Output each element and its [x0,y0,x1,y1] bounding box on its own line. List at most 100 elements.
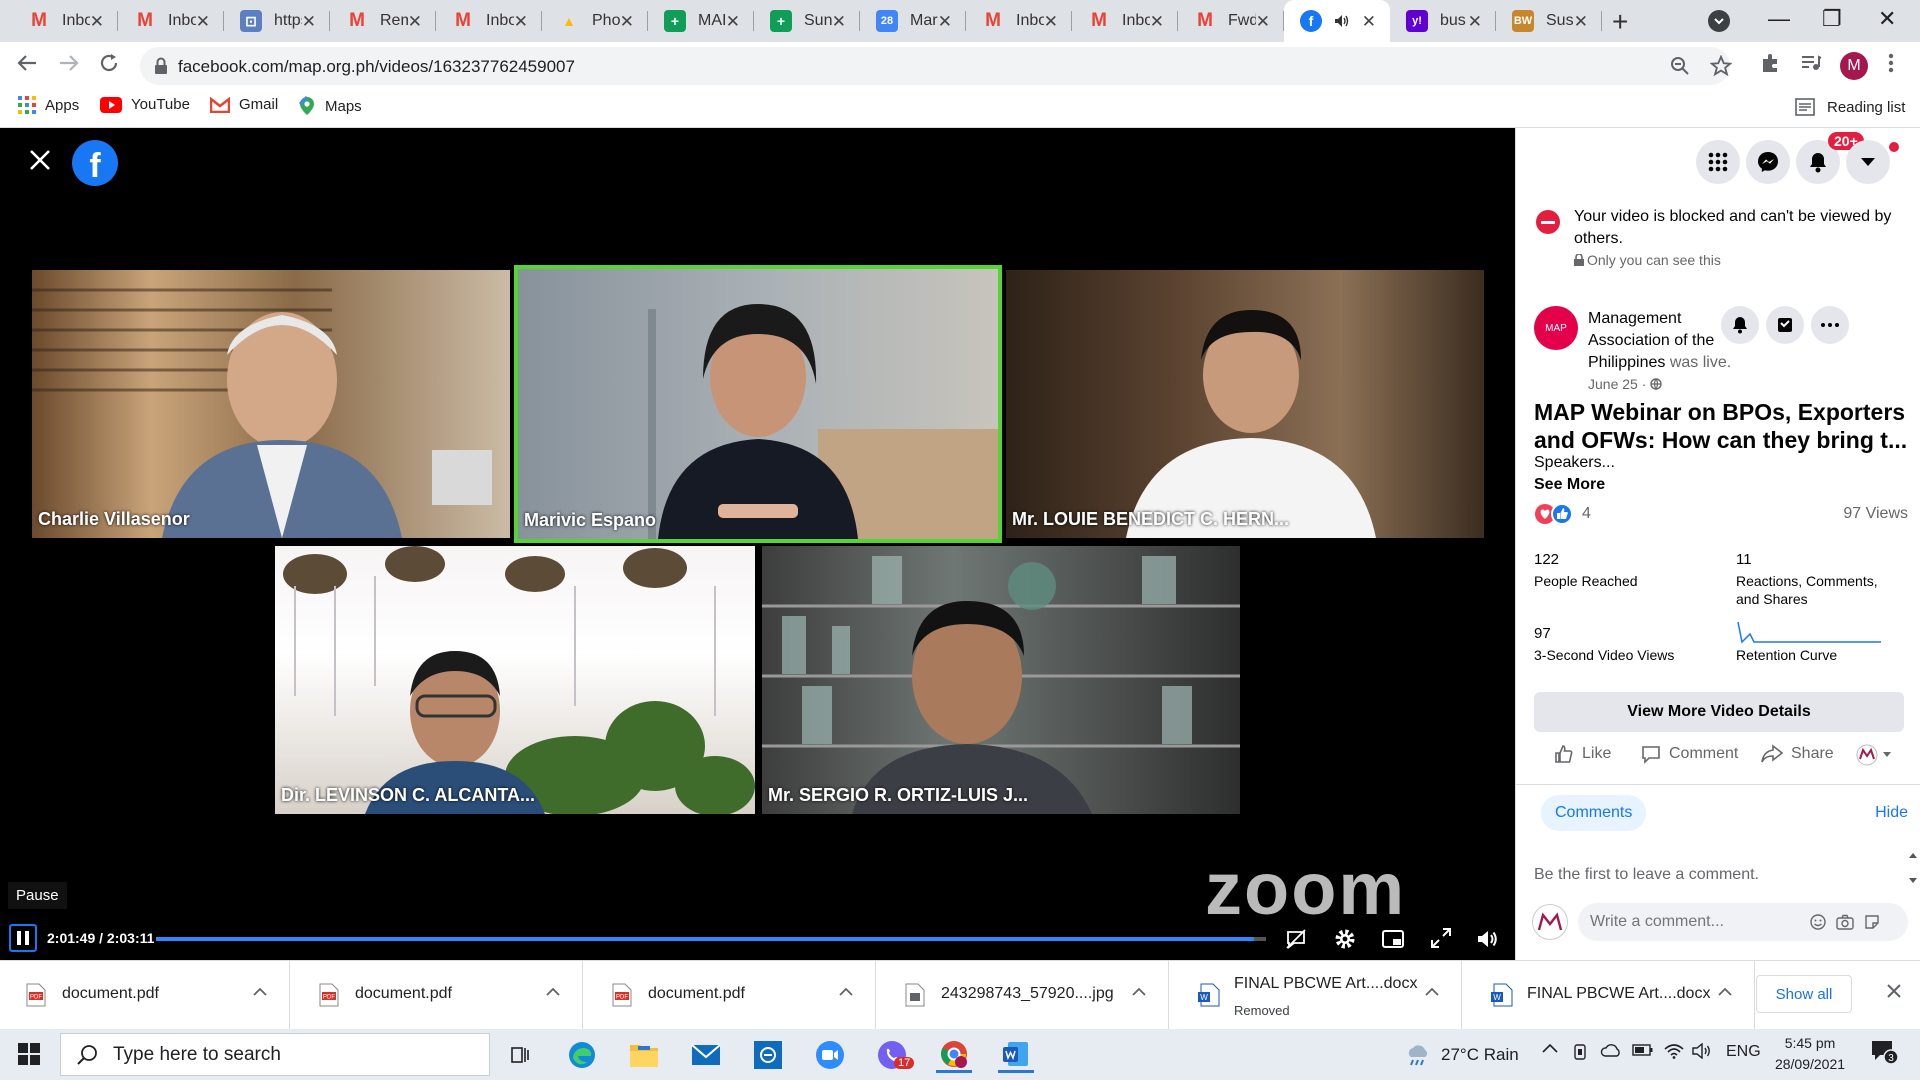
messenger-button[interactable] [1746,140,1790,184]
bookmark-maps[interactable]: Maps [298,96,362,116]
browser-tab[interactable]: + Sun ✕ [754,0,860,42]
browser-tab[interactable]: M Inbox✕ [118,0,224,42]
tray-wifi[interactable] [1664,1043,1684,1059]
view-more-details-button[interactable]: View More Video Details [1534,692,1904,732]
video-progress-bar[interactable] [156,937,1266,941]
chevron-up-icon[interactable] [1132,987,1146,997]
tab-close-icon[interactable]: ✕ [90,12,104,32]
sidebar-scrollbar[interactable] [1906,848,1920,888]
comment-input[interactable] [1578,903,1908,941]
back-button[interactable] [16,52,38,74]
tray-onedrive[interactable] [1600,1043,1622,1057]
tab-close-icon[interactable]: ✕ [620,12,634,32]
download-item[interactable]: W FINAL PBCWE Art....docx Removed [1172,961,1462,1030]
viber-app[interactable]: 17 [874,1037,915,1073]
download-item[interactable]: 243298743_57920....jpg [879,961,1169,1030]
tray-volume[interactable] [1692,1043,1712,1059]
windows-start-icon[interactable] [18,1043,40,1065]
share-button[interactable]: Share [1761,744,1834,764]
show-hidden-icons-button[interactable] [1542,1043,1558,1053]
facebook-logo-icon[interactable]: f [72,140,118,186]
minimize-button[interactable]: — [1768,6,1790,32]
chevron-up-icon[interactable] [253,987,267,997]
zoom-app[interactable] [812,1037,848,1073]
tab-close-icon[interactable]: ✕ [1468,12,1482,32]
tab-close-icon[interactable]: ✕ [938,12,952,32]
task-view-button[interactable] [502,1037,538,1073]
edge-app[interactable] [564,1037,600,1073]
browser-tab[interactable]: M Inbox✕ [436,0,542,42]
settings-button[interactable] [1333,927,1357,951]
browser-tab[interactable]: M Rem ✕ [330,0,436,42]
browser-tab[interactable]: f ✕ [1284,0,1390,42]
chrome-app[interactable] [936,1037,972,1073]
comments-tab[interactable]: Comments [1541,795,1647,831]
tab-close-icon[interactable]: ✕ [408,12,422,32]
more-options-button[interactable] [1811,306,1849,344]
volume-button[interactable] [1475,927,1499,951]
tab-close-icon[interactable]: ✕ [196,12,210,32]
reading-list-button[interactable]: Reading list [1795,98,1905,116]
comment-button[interactable]: Comment [1641,744,1738,764]
browser-tab[interactable]: y! bus ✕ [1390,0,1496,42]
weather-widget[interactable]: 27°C Rain [1405,1044,1519,1066]
chrome-menu-button[interactable] [1888,52,1894,74]
bookmark-gmail[interactable]: Gmail [210,96,278,113]
bookmark-youtube[interactable]: YouTube [100,96,190,113]
bookmark-star-icon[interactable] [1710,55,1732,77]
tab-close-icon[interactable]: ✕ [302,12,316,32]
close-icon[interactable] [28,148,52,172]
post-as-selector[interactable] [1856,744,1892,766]
hide-comments-link[interactable]: Hide [1875,804,1908,822]
word-app[interactable] [998,1037,1034,1073]
browser-tab[interactable]: ⊡ https✕ [224,0,330,42]
tab-close-icon[interactable]: ✕ [726,12,740,32]
tab-close-icon[interactable]: ✕ [1044,12,1058,32]
see-more-link[interactable]: See More [1534,476,1605,494]
forward-button[interactable] [58,52,80,74]
follow-notifications-button[interactable] [1721,306,1759,344]
tray-language[interactable]: ENG [1726,1043,1761,1061]
close-window-button[interactable]: ✕ [1878,6,1896,32]
mail-app[interactable] [688,1037,724,1073]
taskbar-search[interactable]: Type here to search [60,1033,490,1076]
file-explorer-app[interactable] [626,1037,662,1073]
download-item[interactable]: PDF document.pdf [0,961,290,1030]
tab-close-icon[interactable]: ✕ [832,12,846,32]
tab-close-icon[interactable]: ✕ [1362,12,1376,32]
sticker-icon[interactable] [1864,914,1880,930]
media-control-button[interactable] [1800,52,1822,74]
browser-tab[interactable]: ▲ Pho ✕ [542,0,648,42]
action-center-button[interactable]: 3 [1870,1039,1898,1065]
browser-tab[interactable]: M Inbox✕ [966,0,1072,42]
browser-tab[interactable]: + MAI ✕ [648,0,754,42]
zoom-magnifier-icon[interactable] [1670,56,1690,76]
tab-close-icon[interactable]: ✕ [1574,12,1588,32]
chevron-up-icon[interactable] [1425,987,1439,997]
remote-app[interactable] [750,1037,786,1073]
profile-avatar[interactable]: M [1840,52,1868,80]
save-button[interactable] [1766,306,1804,344]
show-all-downloads-button[interactable]: Show all [1756,975,1852,1013]
browser-tab[interactable]: M Inbox✕ [12,0,118,42]
camera-icon[interactable] [1836,914,1854,930]
reload-button[interactable] [98,52,120,74]
maximize-button[interactable]: ❐ [1822,6,1842,32]
tab-audio-icon[interactable] [1334,14,1350,28]
reactions-summary[interactable]: 4 [1534,503,1591,525]
download-item[interactable]: PDF document.pdf [586,961,876,1030]
video-player[interactable]: f Charlie Villasenor Marivic Espano Mr. … [0,128,1515,960]
tab-close-icon[interactable]: ✕ [1150,12,1164,32]
taskbar-clock[interactable]: 5:45 pm 28/09/2021 [1770,1033,1850,1075]
browser-tab[interactable]: BW Sus ✕ [1496,0,1602,42]
tab-search-button[interactable] [1708,10,1730,32]
browser-tab[interactable]: M Fwd ✕ [1178,0,1284,42]
menu-button[interactable] [1696,140,1740,184]
new-tab-button[interactable]: + [1612,6,1628,38]
tray-battery-saver[interactable] [1572,1043,1588,1061]
fullscreen-button[interactable] [1430,927,1452,949]
emoji-icon[interactable] [1810,914,1826,930]
pause-button[interactable] [9,924,37,952]
tab-close-icon[interactable]: ✕ [514,12,528,32]
extensions-button[interactable] [1760,52,1782,74]
